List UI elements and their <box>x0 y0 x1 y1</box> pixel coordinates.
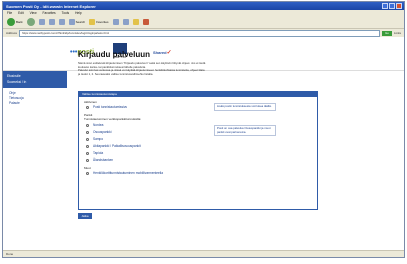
close-button[interactable] <box>396 3 402 9</box>
refresh-icon[interactable] <box>48 19 55 25</box>
maximize-button[interactable] <box>389 3 395 9</box>
section-other: Muut <box>84 166 91 170</box>
sidebar-link-privacy[interactable]: Tietosuoja <box>9 96 61 100</box>
radio-icon[interactable] <box>86 123 89 127</box>
menu-tools[interactable]: Tools <box>62 11 69 15</box>
print-icon[interactable] <box>132 19 139 25</box>
sidebar-nav: Etusivulle Suomeksi / In <box>3 71 67 88</box>
menu-view[interactable]: View <box>30 11 37 15</box>
go-button[interactable]: Go <box>381 30 392 36</box>
sidebar: Etusivulle Suomeksi / In Ohje Tietosuoja… <box>3 71 67 257</box>
radio-selected-icon[interactable] <box>86 105 89 109</box>
radio-icon[interactable] <box>86 137 89 141</box>
back-arrow-icon <box>7 18 15 26</box>
main-content: Kirjaudu palveluun Nämä sivut esittelevä… <box>78 50 328 76</box>
option-bank-alandsbanken[interactable]: Ålandsbanken <box>86 158 113 162</box>
option-bank-nordea[interactable]: Nordea <box>86 123 103 127</box>
status-bar: Done <box>3 250 404 257</box>
window-controls <box>382 3 402 9</box>
option-bank-osuuspankki[interactable]: Osuuspankki <box>86 130 111 134</box>
edit-icon[interactable] <box>142 19 149 25</box>
sidebar-link-help[interactable]: Ohje <box>9 91 61 95</box>
address-input[interactable]: https://www.netbyposti.com/cfhtml/idp/tu… <box>19 29 380 37</box>
radio-icon[interactable] <box>86 151 89 155</box>
continue-button[interactable]: Jatka <box>78 213 92 219</box>
search-button[interactable]: Search <box>68 19 85 25</box>
minimize-button[interactable] <box>382 3 388 9</box>
radio-icon[interactable] <box>86 158 89 162</box>
section-banks-sub: Tunnistautuminen verkkopankkitunnuksilla… <box>84 117 142 121</box>
radio-icon[interactable] <box>86 130 89 134</box>
radio-icon[interactable] <box>86 171 89 175</box>
page-content: •••posti Kela / FPA Shared✓ Etusivulle S… <box>3 37 404 257</box>
menu-edit[interactable]: Edit <box>18 11 24 15</box>
info-note-banks: Posti on osa palvelua Osuuspankki ja muu… <box>214 125 276 137</box>
home-icon[interactable] <box>58 19 65 25</box>
info-note-posti[interactable]: Lisää postin tunnistuksesta voit lukea t… <box>214 103 276 111</box>
option-mobile-certificate[interactable]: Henkilökorttitunnistautuminen mobiilivar… <box>86 171 163 175</box>
browser-window: Suomen Posti Oy - ldit.wwwin Internet Ex… <box>2 1 405 258</box>
search-icon <box>68 19 75 25</box>
option-posti[interactable]: Posti tunnistautumissivu <box>86 105 127 109</box>
menu-file[interactable]: File <box>7 11 12 15</box>
radio-icon[interactable] <box>86 144 89 148</box>
mail-icon[interactable] <box>122 19 129 25</box>
stop-icon[interactable] <box>38 19 45 25</box>
star-icon <box>89 19 96 25</box>
option-bank-sampo[interactable]: Sampo <box>86 137 103 141</box>
option-bank-tapiola[interactable]: Tapiola <box>86 151 103 155</box>
section-active: Aktiivinen <box>84 100 97 104</box>
page-title: Kirjaudu palveluun <box>78 50 151 59</box>
menu-favorites[interactable]: Favorites <box>43 11 56 15</box>
login-method-panel: Valitse tunnistautumistapa Aktiivinen Po… <box>78 91 318 210</box>
menu-help[interactable]: Help <box>75 11 82 15</box>
links-button[interactable]: Links <box>394 31 401 35</box>
sidebar-links: Ohje Tietosuoja Palaute <box>3 88 67 109</box>
history-icon[interactable] <box>112 19 119 25</box>
favorites-button[interactable]: Favorites <box>89 19 109 25</box>
intro-text: Nämä sivut esittelevät kirjautumisen "Ki… <box>78 61 206 76</box>
option-bank-aktia[interactable]: Aktiapankki / Paikallisosuuspankit <box>86 144 141 148</box>
panel-header: Valitse tunnistautumistapa <box>79 92 317 97</box>
forward-arrow-icon[interactable] <box>26 18 35 26</box>
sidebar-item-language[interactable]: Suomeksi / In <box>3 79 67 85</box>
toolbar: Back Search Favorites <box>3 16 404 29</box>
sidebar-link-feedback[interactable]: Palaute <box>9 101 61 105</box>
title-bar: Suomen Posti Oy - ldit.wwwin Internet Ex… <box>3 2 404 10</box>
window-title: Suomen Posti Oy - ldit.wwwin Internet Ex… <box>6 3 96 9</box>
back-button[interactable]: Back <box>7 18 23 26</box>
